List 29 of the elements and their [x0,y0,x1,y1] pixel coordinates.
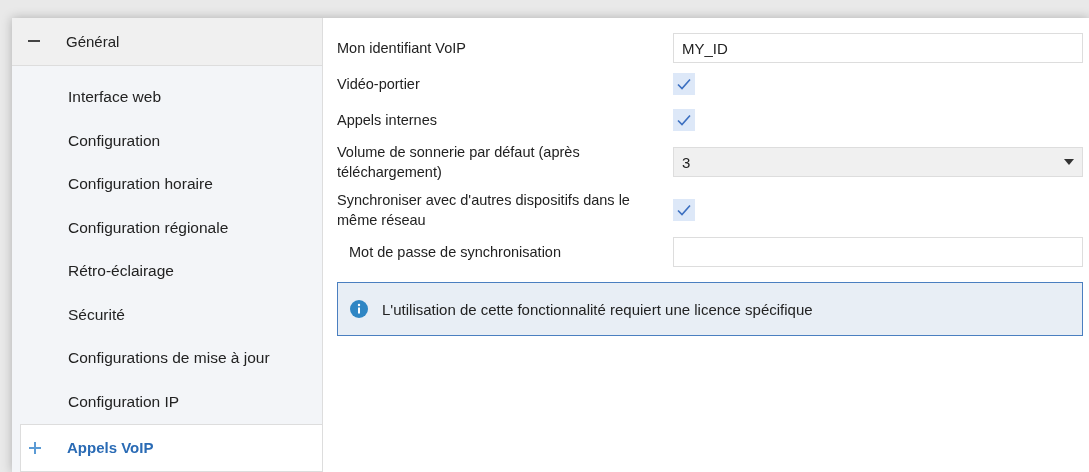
text-field[interactable]: MY_ID [673,33,1083,63]
sidebar-item[interactable]: Sécurité [12,293,322,337]
field-label: Mon identifiant VoIP [337,39,467,58]
field-label: Appels internes [337,111,438,130]
dropdown[interactable]: 3 [673,147,1083,177]
plus-icon[interactable] [29,441,41,454]
sidebar-item[interactable]: Configuration [12,119,322,163]
notice-text: L'utilisation de cette fonctionnalité requiert une licence spécifique [382,300,813,318]
check-icon [676,202,692,218]
sidebar-group[interactable]: Appels VoIP [20,423,323,472]
check-icon [676,112,692,128]
checkbox[interactable] [673,199,695,221]
sidebar-item[interactable]: Interface web [12,75,322,119]
check-icon [676,76,692,92]
caret-icon [1064,159,1074,165]
password-field[interactable] [673,237,1083,267]
sidebar-item[interactable]: Configuration horaire [12,162,322,206]
sidebar-item[interactable]: Rétro-éclairage [12,249,322,293]
sidebar-item[interactable]: Configuration régionale [12,206,322,250]
sidebar-group[interactable]: Général [12,18,322,66]
sidebar-item[interactable]: Configurations de mise à jour [12,336,322,380]
info-icon [350,300,368,318]
checkbox[interactable] [673,109,695,131]
sidebar-item[interactable]: Configuration IP [12,380,322,424]
checkbox[interactable] [673,73,695,95]
field-label: Vidéo-portier [337,75,421,94]
field-label: Synchroniser avec d'autres dispositifs dans le même réseau [337,191,631,230]
field-label: Volume de sonnerie par défaut (après téléchargement) [337,143,581,182]
field-label: Mot de passe de synchronisation [348,243,562,262]
